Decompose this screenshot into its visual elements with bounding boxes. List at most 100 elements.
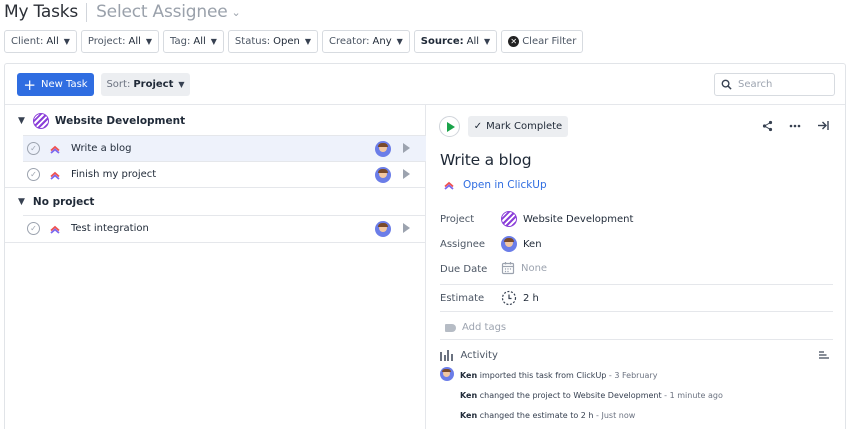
sort-label: Sort: — [106, 79, 131, 90]
task-name: Test integration — [71, 223, 149, 234]
header-divider — [86, 2, 88, 22]
divider — [440, 339, 833, 340]
activity-user: Ken — [460, 371, 478, 380]
task-row[interactable]: ✓ Finish my project — [23, 161, 426, 187]
activity-item: Ken imported this task from ClickUp - 3 … — [460, 371, 657, 380]
filter-bar: Client: All ▼ Project: All ▼ Tag: All ▼ … — [4, 30, 584, 53]
open-link-label: Open in ClickUp — [463, 179, 547, 191]
clickup-logo-icon — [50, 171, 60, 180]
assignee-field-label: Assignee — [440, 239, 486, 250]
open-in-clickup-link[interactable]: Open in ClickUp — [443, 179, 547, 191]
activity-time: - Just now — [593, 411, 636, 420]
activity-text: imported this task from ClickUp — [479, 371, 607, 380]
filter-status-value: Open — [273, 36, 300, 47]
new-task-button[interactable]: + New Task — [17, 73, 94, 96]
avatar — [375, 141, 391, 157]
chevron-down-icon: ▼ — [63, 37, 70, 46]
due-date-field-label: Due Date — [440, 264, 488, 275]
due-date-field[interactable]: None — [501, 261, 547, 275]
tasks-panel: + New Task Sort: Project ▼ ▼ Website Dev… — [4, 63, 846, 429]
chevron-down-icon: ▼ — [396, 37, 403, 46]
chevron-down-icon: ▼ — [145, 37, 153, 46]
play-icon[interactable] — [403, 143, 410, 153]
filter-tag-label: Tag: — [170, 36, 191, 47]
collapse-panel-icon[interactable] — [817, 120, 829, 131]
task-row[interactable]: ✓ Test integration — [23, 215, 426, 241]
activity-user: Ken — [460, 411, 478, 420]
project-field[interactable]: Website Development — [501, 211, 633, 227]
clickup-logo-icon — [50, 145, 60, 154]
task-list: ▼ Website Development ✓ Write a blog ✓ F… — [5, 105, 426, 429]
filter-client-label: Client: — [11, 36, 44, 47]
divider — [440, 284, 833, 285]
assignee-field-value: Ken — [523, 238, 542, 250]
activity-text: changed the project to Website Developme… — [479, 391, 662, 400]
chevron-down-icon: ▼ — [210, 37, 217, 46]
check-icon[interactable]: ✓ — [27, 222, 40, 235]
more-icon[interactable] — [789, 124, 801, 128]
assignee-select-label: Select Assignee — [96, 2, 228, 22]
filter-tag-value: All — [193, 36, 206, 47]
project-field-label: Project — [440, 214, 475, 225]
filter-project-value: All — [128, 36, 141, 47]
clock-icon — [501, 290, 517, 306]
task-row[interactable]: ✓ Write a blog — [23, 135, 426, 161]
sort-value: Project — [133, 79, 174, 90]
filter-client[interactable]: Client: All ▼ — [4, 30, 77, 53]
chevron-down-icon: ▼ — [304, 37, 312, 46]
tag-icon — [445, 323, 456, 332]
filter-project-label: Project: — [87, 36, 126, 47]
due-date-field-value: None — [521, 262, 548, 274]
mark-complete-label: Mark Complete — [486, 121, 563, 132]
filter-source[interactable]: Source: All ▼ — [413, 30, 498, 53]
group-name: Website Development — [54, 115, 186, 127]
filter-project[interactable]: Project: All ▼ — [80, 30, 160, 53]
filter-creator[interactable]: Creator: Any ▼ — [322, 30, 410, 53]
chevron-down-icon[interactable]: ▼ — [18, 116, 25, 126]
chevron-down-icon: ⌄ — [231, 5, 241, 19]
search-input[interactable] — [738, 79, 828, 90]
group-header-website-development[interactable]: ▼ Website Development — [5, 107, 426, 135]
assignee-select[interactable]: Select Assignee ⌄ — [96, 2, 241, 22]
page-title: My Tasks — [4, 2, 79, 22]
activity-text: changed the estimate to 2 h — [479, 411, 594, 420]
activity-item: Ken changed the estimate to 2 h - Just n… — [460, 411, 635, 420]
start-timer-button[interactable] — [439, 116, 460, 137]
filter-source-label: Source: — [420, 36, 464, 47]
clickup-logo-icon — [50, 225, 60, 234]
check-icon: ✓ — [473, 121, 483, 132]
activity-item: Ken changed the project to Website Devel… — [460, 391, 723, 400]
avatar — [440, 367, 454, 381]
sort-lines-icon[interactable] — [819, 351, 829, 359]
mark-complete-button[interactable]: ✓ Mark Complete — [468, 116, 568, 137]
check-icon[interactable]: ✓ — [27, 142, 40, 155]
assignee-field[interactable]: Ken — [501, 236, 542, 252]
activity-time: - 3 February — [606, 371, 658, 380]
play-icon[interactable] — [403, 169, 410, 179]
filter-status[interactable]: Status: Open ▼ — [227, 30, 319, 53]
search-icon — [721, 79, 732, 90]
page-header: My Tasks Select Assignee ⌄ — [4, 0, 241, 24]
search-box[interactable] — [714, 73, 835, 96]
estimate-field[interactable]: 2 h — [501, 290, 539, 306]
add-tags-button[interactable]: Add tags — [445, 322, 506, 333]
sort-button[interactable]: Sort: Project ▼ — [101, 73, 190, 96]
activity-chart-icon — [440, 350, 453, 361]
group-header-no-project[interactable]: ▼ No project — [5, 188, 426, 216]
activity-label: Activity — [460, 350, 498, 361]
activity-user: Ken — [460, 391, 478, 400]
chevron-down-icon[interactable]: ▼ — [18, 197, 25, 207]
activity-time: - 1 minute ago — [661, 391, 723, 400]
task-title[interactable]: Write a blog — [440, 151, 532, 169]
clear-filter-button[interactable]: ✕ Clear Filter — [501, 30, 584, 53]
task-name: Finish my project — [71, 169, 157, 180]
clear-x-icon: ✕ — [508, 36, 520, 47]
filter-tag[interactable]: Tag: All ▼ — [163, 30, 224, 53]
play-icon[interactable] — [403, 223, 410, 233]
avatar — [375, 167, 391, 183]
estimate-field-value: 2 h — [523, 292, 539, 304]
add-tags-label: Add tags — [462, 322, 507, 333]
estimate-field-label: Estimate — [440, 293, 485, 304]
share-icon[interactable] — [762, 120, 773, 132]
check-icon[interactable]: ✓ — [27, 168, 40, 181]
